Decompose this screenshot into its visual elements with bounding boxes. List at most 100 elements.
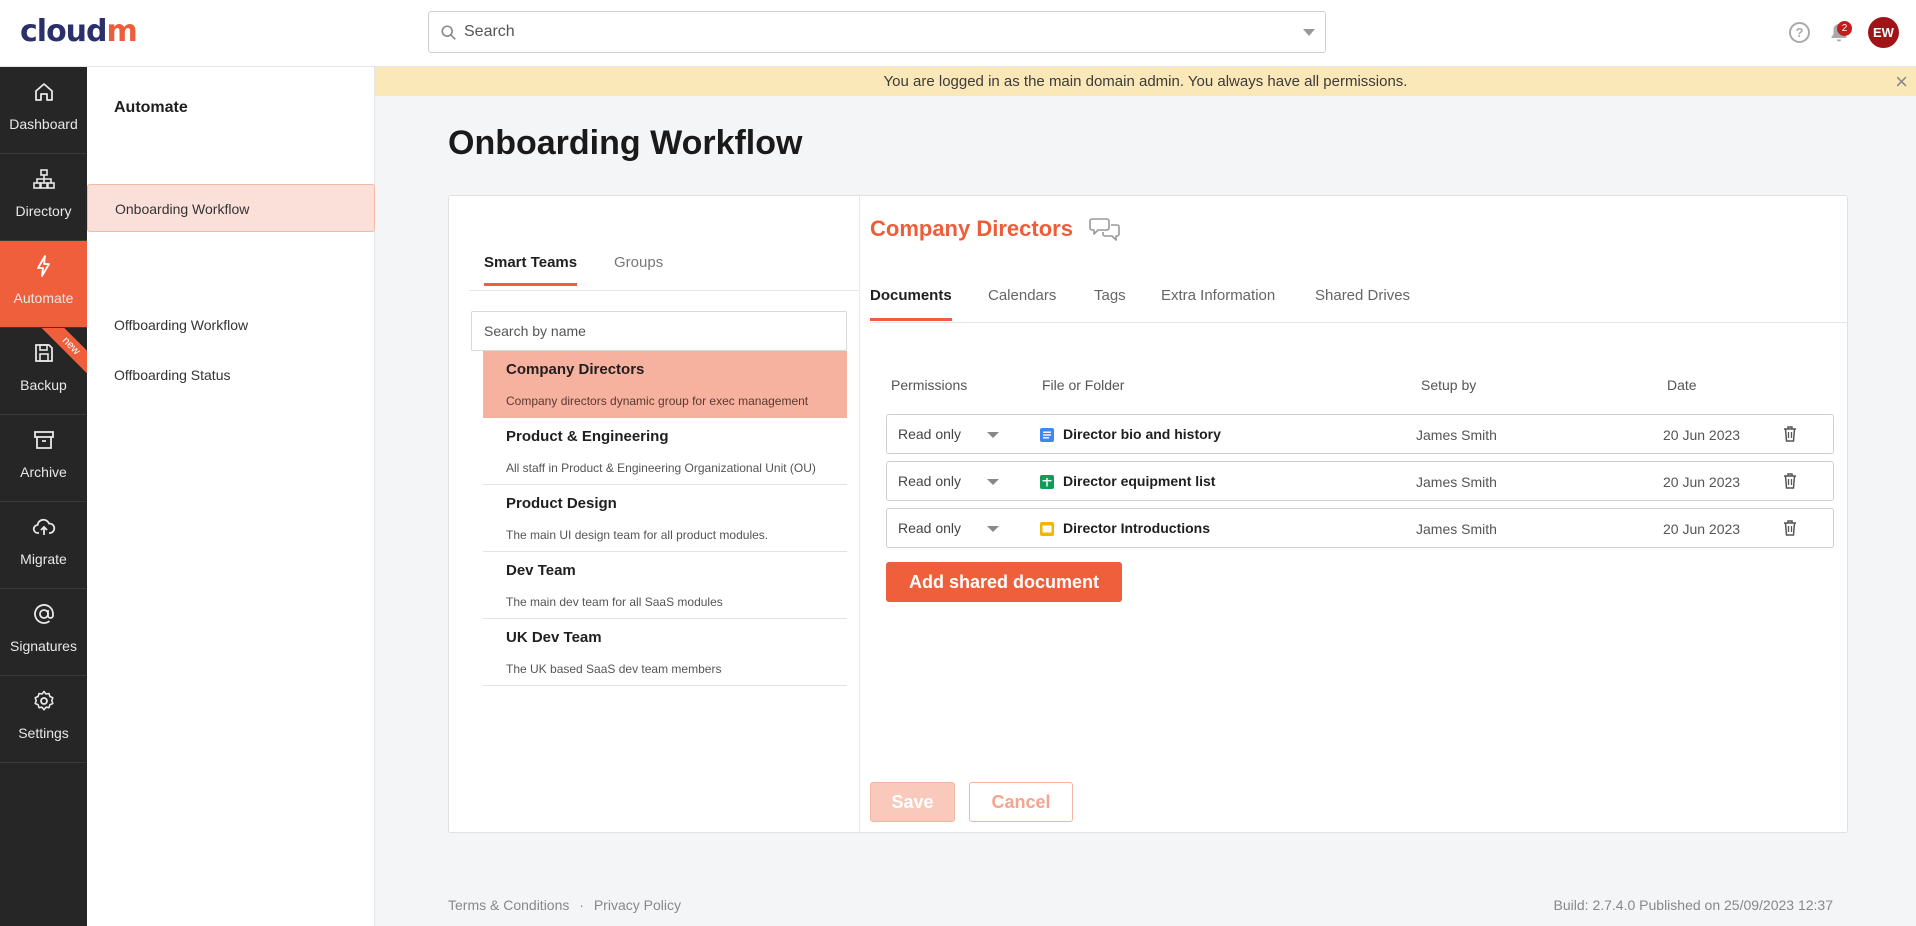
subnav-item-offboarding-status[interactable]: Offboarding Status bbox=[87, 351, 375, 399]
group-title: Company Directors bbox=[870, 216, 1073, 241]
nav-signatures[interactable]: Signatures bbox=[0, 589, 87, 676]
chat-bubbles-icon[interactable] bbox=[1089, 215, 1121, 243]
cloudm-logo[interactable]: cloudm bbox=[20, 14, 138, 49]
banner-close-icon[interactable]: × bbox=[1895, 67, 1908, 96]
chevron-down-icon[interactable] bbox=[987, 479, 999, 485]
date: 20 Jun 2023 bbox=[1663, 427, 1741, 443]
notification-badge: 2 bbox=[1837, 21, 1852, 36]
at-icon bbox=[34, 604, 54, 624]
right-tabs-divider bbox=[870, 322, 1848, 323]
permission-select[interactable]: Read only bbox=[898, 473, 961, 489]
team-description: The main UI design team for all product … bbox=[506, 528, 769, 542]
save-button[interactable]: Save bbox=[870, 782, 955, 822]
column-header-file: File or Folder bbox=[1042, 377, 1125, 393]
cloud-upload-icon bbox=[32, 518, 56, 535]
permission-select[interactable]: Read only bbox=[898, 426, 961, 442]
chevron-down-icon[interactable] bbox=[987, 526, 999, 532]
search-icon bbox=[441, 25, 456, 40]
nav-settings-label: Settings bbox=[18, 725, 69, 741]
cancel-button[interactable]: Cancel bbox=[969, 782, 1073, 822]
team-name: Product Design bbox=[506, 495, 617, 512]
add-shared-document-button[interactable]: Add shared document bbox=[886, 562, 1122, 602]
panel-divider bbox=[859, 196, 860, 832]
document-row: Read only Director equipment list James … bbox=[886, 461, 1834, 501]
nav-settings[interactable]: Settings bbox=[0, 676, 87, 763]
column-header-setup-by: Setup by bbox=[1421, 377, 1477, 393]
archive-icon bbox=[34, 431, 54, 449]
trash-icon[interactable] bbox=[1782, 425, 1798, 443]
permission-select[interactable]: Read only bbox=[898, 520, 961, 536]
lightning-icon bbox=[37, 255, 50, 277]
tab-tags[interactable]: Tags bbox=[1094, 287, 1126, 321]
nav-migrate[interactable]: Migrate bbox=[0, 502, 87, 589]
nav-automate[interactable]: Automate bbox=[0, 241, 87, 328]
team-item-product-engineering[interactable]: Product & Engineering All staff in Produ… bbox=[483, 418, 847, 485]
page-title: Onboarding Workflow bbox=[448, 124, 803, 162]
team-description: Company directors dynamic group for exec… bbox=[506, 394, 809, 408]
search-input[interactable] bbox=[464, 12, 1284, 52]
file-name[interactable]: Director Introductions bbox=[1063, 520, 1210, 536]
admin-banner: You are logged in as the main domain adm… bbox=[375, 67, 1916, 96]
nav-directory[interactable]: Directory bbox=[0, 154, 87, 241]
google-slides-icon bbox=[1040, 522, 1054, 536]
team-item-uk-dev-team[interactable]: UK Dev Team The UK based SaaS dev team m… bbox=[483, 619, 847, 686]
admin-banner-text: You are logged in as the main domain adm… bbox=[883, 73, 1408, 90]
team-description: All staff in Product & Engineering Organ… bbox=[506, 461, 816, 475]
file-name[interactable]: Director bio and history bbox=[1063, 426, 1221, 442]
gear-icon bbox=[34, 690, 54, 711]
subnav-item-offboarding-workflow[interactable]: Offboarding Workflow bbox=[87, 301, 375, 349]
tab-documents[interactable]: Documents bbox=[870, 287, 952, 321]
column-header-permissions: Permissions bbox=[891, 377, 968, 393]
home-icon bbox=[35, 83, 53, 101]
date: 20 Jun 2023 bbox=[1663, 521, 1741, 537]
nav-archive[interactable]: Archive bbox=[0, 415, 87, 502]
team-search[interactable] bbox=[471, 311, 847, 351]
org-chart-icon bbox=[33, 169, 55, 189]
nav-automate-label: Automate bbox=[13, 290, 74, 306]
document-row: Read only Director Introductions James S… bbox=[886, 508, 1834, 548]
setup-by: James Smith bbox=[1416, 474, 1497, 490]
trash-icon[interactable] bbox=[1782, 472, 1798, 490]
team-item-product-design[interactable]: Product Design The main UI design team f… bbox=[483, 485, 847, 552]
team-item-company-directors[interactable]: Company Directors Company directors dyna… bbox=[483, 351, 847, 418]
team-description: The UK based SaaS dev team members bbox=[506, 662, 722, 676]
setup-by: James Smith bbox=[1416, 427, 1497, 443]
date: 20 Jun 2023 bbox=[1663, 474, 1741, 490]
global-search[interactable] bbox=[428, 11, 1326, 53]
user-avatar[interactable]: EW bbox=[1868, 17, 1899, 48]
top-bar: cloudm ? 2 EW bbox=[0, 0, 1916, 67]
tab-shared-drives[interactable]: Shared Drives bbox=[1315, 287, 1410, 321]
column-header-date: Date bbox=[1667, 377, 1697, 393]
team-name: Dev Team bbox=[506, 562, 576, 579]
footer-separator: · bbox=[579, 897, 584, 913]
left-tabs-divider bbox=[469, 290, 859, 291]
nav-dashboard[interactable]: Dashboard bbox=[0, 67, 87, 154]
nav-backup-label: Backup bbox=[20, 377, 67, 393]
automate-subnav: Automate Smart Teams Onboarding Workflow… bbox=[87, 67, 375, 926]
team-item-dev-team[interactable]: Dev Team The main dev team for all SaaS … bbox=[483, 552, 847, 619]
nav-directory-label: Directory bbox=[15, 203, 72, 219]
privacy-link[interactable]: Privacy Policy bbox=[594, 897, 681, 913]
tab-calendars[interactable]: Calendars bbox=[988, 287, 1056, 321]
file-name[interactable]: Director equipment list bbox=[1063, 473, 1215, 489]
trash-icon[interactable] bbox=[1782, 519, 1798, 537]
help-icon[interactable]: ? bbox=[1789, 22, 1810, 43]
team-list: Company Directors Company directors dyna… bbox=[483, 351, 847, 686]
search-dropdown-caret-icon[interactable] bbox=[1303, 29, 1315, 36]
save-icon bbox=[35, 344, 53, 362]
team-search-input[interactable] bbox=[472, 312, 846, 350]
tab-smart-teams[interactable]: Smart Teams bbox=[484, 254, 578, 286]
logo-text: cloud bbox=[20, 14, 108, 49]
nav-backup[interactable]: new Backup bbox=[0, 328, 87, 415]
subnav-item-onboarding-workflow[interactable]: Onboarding Workflow bbox=[87, 184, 375, 232]
terms-link[interactable]: Terms & Conditions bbox=[448, 897, 569, 913]
nav-archive-label: Archive bbox=[20, 464, 67, 480]
tab-groups[interactable]: Groups bbox=[614, 254, 663, 286]
chevron-down-icon[interactable] bbox=[987, 432, 999, 438]
tab-extra-information[interactable]: Extra Information bbox=[1161, 287, 1275, 321]
nav-signatures-label: Signatures bbox=[10, 638, 77, 654]
build-info: Build: 2.7.4.0 Published on 25/09/2023 1… bbox=[1553, 897, 1833, 913]
setup-by: James Smith bbox=[1416, 521, 1497, 537]
footer-links: Terms & Conditions · Privacy Policy bbox=[448, 897, 681, 913]
nav-migrate-label: Migrate bbox=[20, 551, 67, 567]
